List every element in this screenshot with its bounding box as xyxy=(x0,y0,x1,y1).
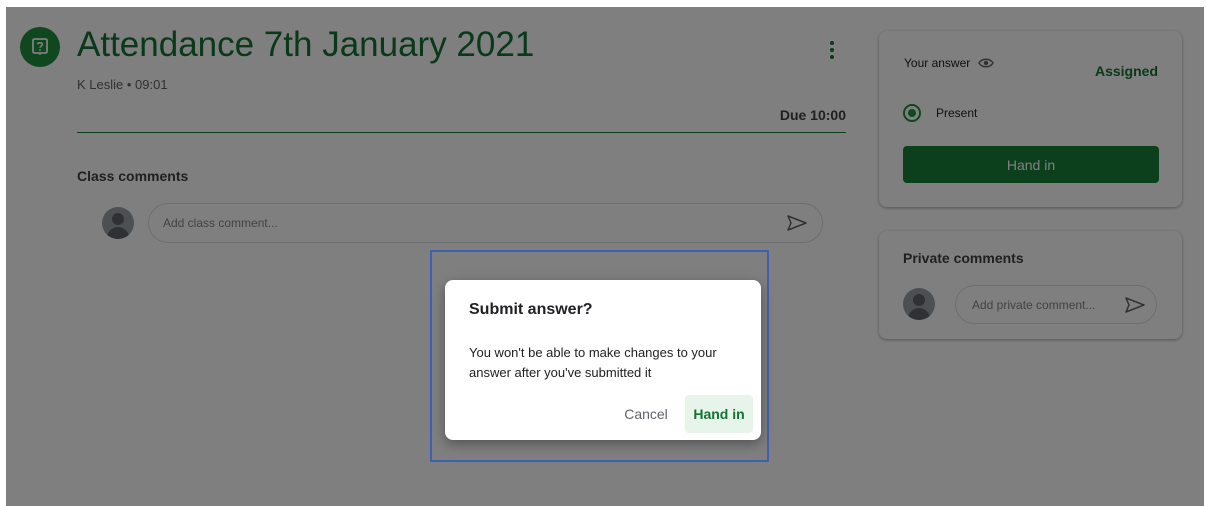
classroom-question-page: Attendance 7th January 2021 K Leslie • 0… xyxy=(6,7,1204,506)
submit-answer-dialog: Submit answer? You won't be able to make… xyxy=(445,280,761,440)
cancel-button[interactable]: Cancel xyxy=(613,396,679,432)
confirm-hand-in-button[interactable]: Hand in xyxy=(685,395,753,433)
dialog-message: You won't be able to make changes to you… xyxy=(469,345,717,380)
dialog-title: Submit answer? xyxy=(469,301,593,318)
